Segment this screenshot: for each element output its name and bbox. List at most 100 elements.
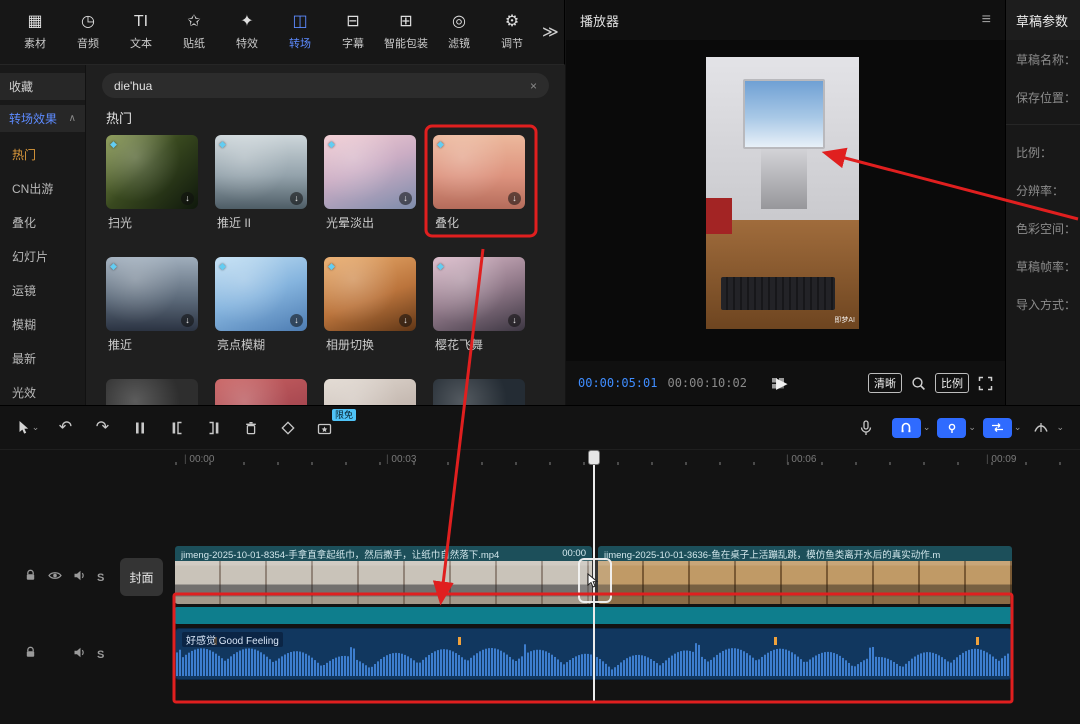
transition-thumbnail[interactable]: ◆ ↓ (106, 135, 198, 209)
quality-button[interactable]: 清晰 (868, 373, 902, 393)
lock-icon[interactable] (24, 569, 37, 587)
main-track-magnet-toggle[interactable] (892, 418, 921, 438)
transition-thumbnail[interactable] (324, 379, 416, 405)
timeline-toolbar: ⌄ ↶ ↷ 限免 (0, 406, 1080, 450)
sidebar-item-hot[interactable]: 热门 (0, 137, 85, 171)
tab-stickers[interactable]: ✩ 贴纸 (171, 13, 217, 51)
playhead[interactable] (588, 450, 600, 465)
eye-icon[interactable] (48, 569, 62, 587)
chevron-down-icon[interactable]: ⌄ (923, 422, 931, 433)
download-icon[interactable]: ↓ (290, 192, 303, 205)
lock-icon[interactable] (24, 646, 37, 664)
sidebar-item-light-fx[interactable]: 光效 (0, 375, 85, 405)
split-button[interactable] (121, 414, 158, 442)
tab-effects[interactable]: ✦ 特效 (224, 13, 270, 51)
download-icon[interactable]: ↓ (290, 314, 303, 327)
tab-transitions[interactable]: ◫ 转场 (277, 13, 323, 51)
sidebar-item-favorites[interactable]: 收藏 (0, 73, 85, 100)
delete-button[interactable] (232, 414, 269, 442)
trim-right-button[interactable] (195, 414, 232, 442)
speaker-icon[interactable] (73, 569, 86, 587)
transition-thumbnail[interactable]: ◆ ↓ (324, 135, 416, 209)
auto-snap-toggle[interactable] (937, 418, 966, 438)
play-button[interactable]: ▶ (776, 374, 788, 392)
field-save-location: 保存位置： (1006, 78, 1080, 116)
download-icon[interactable]: ↓ (508, 192, 521, 205)
zoom-icon[interactable] (911, 376, 926, 391)
transition-thumbnail[interactable] (106, 379, 198, 405)
sidebar-item-slideshow[interactable]: 幻灯片 (0, 239, 85, 273)
solo-toggle[interactable]: S (97, 572, 104, 584)
tab-audio[interactable]: ◷ 音频 (65, 13, 111, 51)
player-panel: 播放器 ≡ 即梦AI 00:00:05:01 00:00:10:02 ▶ 清晰 (566, 0, 1005, 405)
tab-media[interactable]: ▦ 素材 (12, 13, 58, 51)
expand-panel-icon[interactable]: ≫ (542, 22, 559, 42)
tab-filters[interactable]: ◎ 滤镜 (436, 13, 482, 51)
watermark: 即梦AI (834, 315, 855, 325)
trim-left-button[interactable] (158, 414, 195, 442)
clear-search-icon[interactable]: × (530, 79, 537, 93)
fullscreen-icon[interactable] (978, 376, 993, 391)
download-icon[interactable]: ↓ (399, 192, 412, 205)
tab-smart-pack[interactable]: ⊞ 智能包装 (383, 13, 429, 51)
chevron-down-icon[interactable]: ⌄ (968, 422, 976, 433)
player-stage[interactable]: 即梦AI (566, 40, 1005, 361)
preview-axis-icon[interactable] (1028, 414, 1054, 442)
solo-toggle[interactable]: S (97, 649, 104, 661)
chevron-down-icon[interactable]: ⌄ (1014, 422, 1022, 433)
mask-button[interactable] (269, 414, 306, 442)
transition-thumbnail[interactable]: ◆ ↓ (433, 135, 525, 209)
sidebar-item-dissolve[interactable]: 叠化 (0, 205, 85, 239)
playhead-handle[interactable] (588, 450, 600, 465)
video-editor-app: ▦ 素材 ◷ 音频 TI 文本 ✩ 贴纸 ✦ 特效 ◫ 转场 ⊟ 字幕 ⊞ 智能 (0, 0, 1080, 724)
undo-button[interactable]: ↶ (47, 414, 84, 442)
tab-text[interactable]: TI 文本 (118, 13, 164, 51)
main-track-magnet-control: ⌄ (892, 418, 931, 438)
field-frame-rate: 草稿帧率： (1006, 247, 1080, 285)
download-icon[interactable]: ↓ (181, 314, 194, 327)
effect-badge-icon: ◆ (437, 139, 444, 150)
record-voice-button[interactable] (848, 414, 885, 442)
ratio-button[interactable]: 比例 (935, 373, 969, 393)
redo-button[interactable]: ↷ (84, 414, 121, 442)
craft-button[interactable]: 限免 (306, 414, 343, 442)
transition-item: ◆ ↓ 推近 (106, 257, 198, 351)
clip-filmstrip (175, 561, 592, 604)
ruler-label: 00:06 (786, 454, 816, 465)
transition-thumbnail[interactable]: ◆ ↓ (106, 257, 198, 331)
field-draft-name: 草稿名称： (1006, 40, 1080, 78)
download-icon[interactable]: ↓ (508, 314, 521, 327)
download-icon[interactable]: ↓ (181, 192, 194, 205)
transition-thumbnail[interactable]: ◆ ↓ (433, 257, 525, 331)
sidebar-item-newest[interactable]: 最新 (0, 341, 85, 375)
sidebar-item-camera-move[interactable]: 运镜 (0, 273, 85, 307)
chevron-down-icon[interactable]: ⌄ (1056, 422, 1064, 433)
video-clip-1[interactable]: jimeng-2025-10-01-8354-手拿直拿起纸巾，然后撒手，让纸巾自… (175, 546, 592, 604)
transition-item: ◆ ↓ 光晕淡出 (324, 135, 416, 229)
transition-thumbnail[interactable] (215, 379, 307, 405)
select-tool[interactable]: ⌄ (10, 414, 47, 442)
search-input[interactable]: die'hua × (102, 73, 549, 98)
transition-item-partial (324, 379, 416, 405)
player-menu-icon[interactable]: ≡ (982, 11, 991, 29)
captions-icon: ⊟ (346, 13, 359, 31)
preview-laptop-stand (761, 149, 807, 209)
transition-thumbnail[interactable]: ◆ ↓ (324, 257, 416, 331)
tab-captions[interactable]: ⊟ 字幕 (330, 13, 376, 51)
speaker-icon[interactable] (73, 646, 86, 664)
transition-thumbnail[interactable]: ◆ ↓ (215, 135, 307, 209)
transitions-sidebar: 收藏 转场效果 ∧ 热门 CN出游 叠化 幻灯片 运镜 模糊 最新 光效 (0, 65, 86, 405)
time-ruler[interactable]: 00:00 00:03 00:06 00:09 (0, 453, 1080, 471)
linkage-toggle[interactable] (983, 418, 1012, 438)
transition-item-partial (433, 379, 525, 405)
cover-button[interactable]: 封面 (120, 558, 163, 596)
sidebar-item-blur[interactable]: 模糊 (0, 307, 85, 341)
transition-thumbnail[interactable] (433, 379, 525, 405)
sidebar-item-transition-effects[interactable]: 转场效果 ∧ (0, 105, 85, 132)
effect-badge-icon: ◆ (328, 261, 335, 272)
transition-thumbnail[interactable]: ◆ ↓ (215, 257, 307, 331)
sidebar-item-cn-travel[interactable]: CN出游 (0, 171, 85, 205)
download-icon[interactable]: ↓ (399, 314, 412, 327)
video-clip-2[interactable]: jimeng-2025-10-01-3636-鱼在桌子上活蹦乱跳，模仿鱼类离开水… (598, 546, 1012, 604)
tab-adjust[interactable]: ⚙ 调节 (489, 13, 535, 51)
